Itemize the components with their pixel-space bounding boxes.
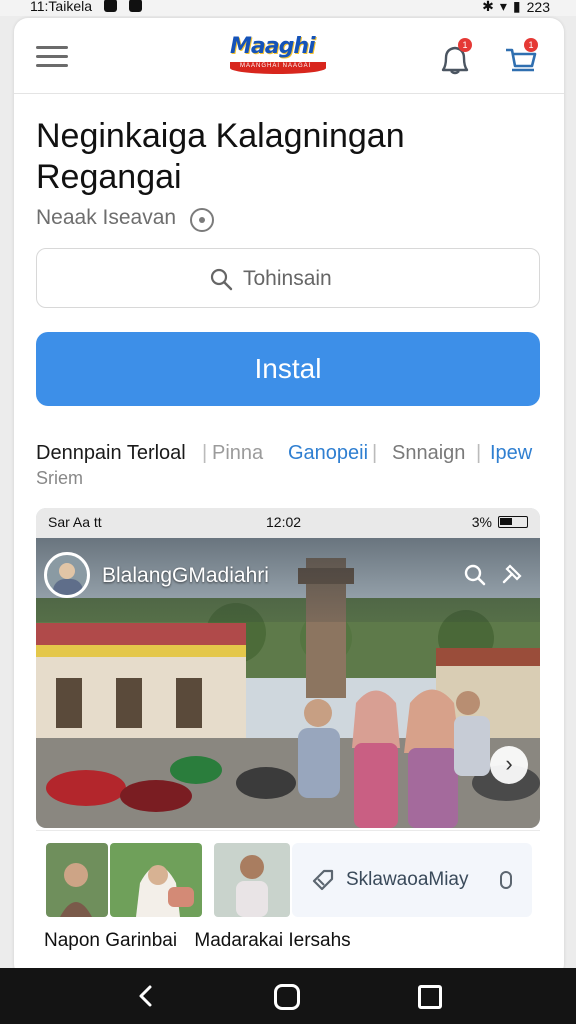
app-title: Neginkaiga Kalagningan Regangai xyxy=(36,117,405,196)
chip-end-icon xyxy=(500,871,512,889)
signal-icon: ▮ xyxy=(512,0,521,14)
bluetooth-icon: ✱ xyxy=(482,0,494,14)
preview-status-right: 3% xyxy=(472,514,528,530)
search-box[interactable] xyxy=(36,248,540,308)
status-right: ✱ ▾ ▮ 223 xyxy=(482,0,550,15)
install-button[interactable]: Instal xyxy=(36,332,540,406)
store-logo[interactable]: Maaghi MAANGHAI NAAGAI xyxy=(224,30,334,82)
notifications-icon[interactable]: 1 xyxy=(436,38,474,76)
recent-apps-icon[interactable] xyxy=(418,985,442,1009)
preview-battery-text: 3% xyxy=(471,514,492,530)
tab-separator-3: | xyxy=(476,442,482,464)
menu-icon[interactable] xyxy=(36,46,68,68)
top-app-bar: Maaghi MAANGHAI NAAGAI 1 1 xyxy=(14,18,564,94)
screenshot-thumbnails: SklawaoaMiay xyxy=(36,830,540,918)
preview-time: 12:02 xyxy=(266,514,302,530)
tab-fourth[interactable]: Snnaign xyxy=(392,442,465,465)
thumbnail-1[interactable] xyxy=(46,843,108,917)
caption-left[interactable]: Napon Garinbai xyxy=(44,930,177,951)
tab-third[interactable]: Ganopeii xyxy=(288,442,368,465)
info-icon[interactable] xyxy=(190,208,214,232)
notification-icon xyxy=(103,0,117,12)
notification-icon-2 xyxy=(128,0,142,12)
cart-icon[interactable]: 1 xyxy=(502,38,540,76)
tab-separator: | xyxy=(202,442,208,464)
related-chip[interactable]: SklawaoaMiay xyxy=(292,843,532,917)
chip-label: SklawaoaMiay xyxy=(346,869,469,890)
tab-fifth[interactable]: Ipew xyxy=(490,442,532,465)
status-left: 11:Taikela xyxy=(30,0,142,14)
tab-separator-2: | xyxy=(372,442,378,464)
cart-badge: 1 xyxy=(524,38,538,52)
search-icon-overlay[interactable] xyxy=(462,562,488,588)
status-battery-text: 223 xyxy=(526,0,550,15)
home-icon[interactable] xyxy=(274,984,300,1010)
tag-icon xyxy=(312,869,334,891)
pin-icon[interactable] xyxy=(500,560,526,586)
caption-right[interactable]: Madarakai Iersahs xyxy=(194,930,350,951)
logo-subtext: MAANGHAI NAAGAI xyxy=(240,63,312,69)
back-icon[interactable] xyxy=(134,984,158,1008)
avatar[interactable] xyxy=(44,552,90,598)
notifications-badge: 1 xyxy=(458,38,472,52)
tab-overview[interactable]: Dennpain Terloal xyxy=(36,442,186,465)
app-subtitle[interactable]: Neaak Iseavan xyxy=(36,206,176,230)
logo-wordmark: Maaghi xyxy=(230,34,316,59)
search-input[interactable] xyxy=(243,263,443,295)
preview-profile-header: BlalangGMadiahri xyxy=(36,538,540,622)
logo-swoosh: MAANGHAI NAAGAI xyxy=(230,62,326,74)
thumbnail-captions: Napon Garinbai Madarakai Iersahs xyxy=(44,930,363,952)
thumbnail-2[interactable] xyxy=(110,843,202,917)
preview-carrier: Sar Aa tt xyxy=(48,514,102,530)
detail-tabs: Dennpain Terloal | Pinna Ganopeii | Snna… xyxy=(36,442,546,470)
tab-second[interactable]: Pinna xyxy=(212,442,263,465)
next-arrow-button[interactable]: › xyxy=(490,746,528,784)
app-page-card: Maaghi MAANGHAI NAAGAI 1 1 Neginkaiga Ka… xyxy=(14,18,564,978)
status-bar: 11:Taikela ✱ ▾ ▮ 223 xyxy=(0,0,576,16)
tabs-subtext: Sriem xyxy=(36,468,84,488)
preview-status-bar: Sar Aa tt 12:02 3% xyxy=(36,508,540,538)
thumbnail-3[interactable] xyxy=(214,843,290,917)
app-screenshot-preview[interactable]: Sar Aa tt 12:02 3% BlalangGMadiahri › xyxy=(36,508,540,828)
status-time: 11:Taikela xyxy=(30,0,93,14)
system-nav-bar xyxy=(0,968,576,1024)
search-icon xyxy=(210,268,233,291)
battery-icon xyxy=(498,516,528,528)
wifi-icon: ▾ xyxy=(499,0,507,14)
profile-name[interactable]: BlalangGMadiahri xyxy=(102,564,269,588)
